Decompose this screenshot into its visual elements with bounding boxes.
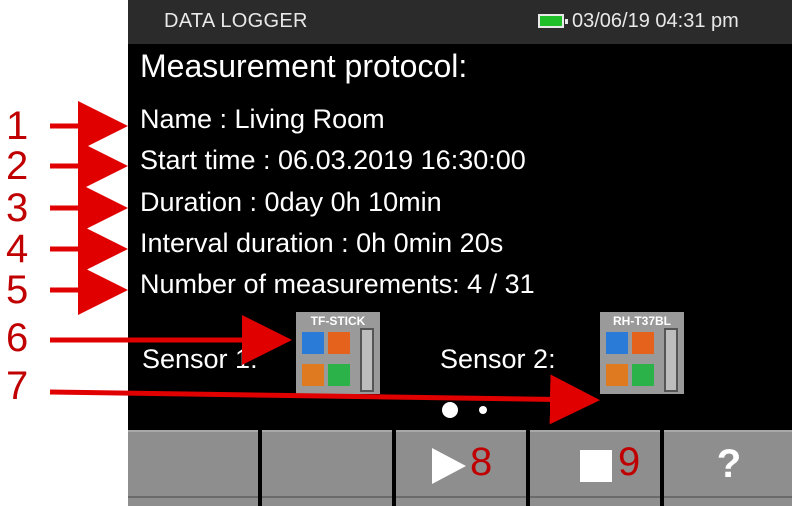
- protocol-panel: Measurement protocol: Name : Living Room…: [128, 0, 792, 430]
- sensor-2-model: RH-T37BL: [612, 314, 671, 328]
- protocol-start-time: Start time : 06.03.2019 16:30:00: [140, 145, 526, 175]
- sensor-1-label: Sensor 1:: [142, 344, 258, 374]
- humidity-drop-icon: [606, 332, 628, 354]
- humidity-drop-icon: [302, 332, 324, 354]
- function-key-1[interactable]: [128, 430, 258, 506]
- sensor-2-probe-icon[interactable]: RH-T37BL: [600, 312, 684, 394]
- function-key-2[interactable]: [262, 430, 392, 506]
- page-title: Measurement protocol:: [140, 48, 468, 84]
- logger-grid-icon: [606, 364, 628, 386]
- logger-grid-icon: [302, 364, 324, 386]
- play-icon: [432, 448, 466, 484]
- temperature-icon: [328, 332, 350, 354]
- pager-dot-active[interactable]: [442, 402, 458, 418]
- callout-number-6: 6: [6, 316, 29, 360]
- callout-number-7: 7: [6, 364, 29, 408]
- sensor-1-model: TF-STICK: [310, 314, 366, 328]
- logger-grid-icon: [632, 364, 654, 386]
- callout-number-1: 1: [6, 104, 29, 148]
- probe-icon: [360, 328, 374, 392]
- function-key-bar: 8 9 ?: [128, 430, 792, 506]
- callout-number-8: 8: [470, 440, 493, 484]
- callout-number-4: 4: [6, 227, 29, 271]
- pager-dot[interactable]: [479, 406, 487, 414]
- sensor-1-probe-icon[interactable]: TF-STICK: [296, 312, 380, 394]
- help-button[interactable]: ?: [664, 430, 792, 506]
- stop-icon: [580, 450, 612, 482]
- callout-number-5: 5: [6, 268, 29, 312]
- help-icon: ?: [716, 442, 742, 486]
- callout-number-2: 2: [6, 144, 29, 188]
- device-screen: DATA LOGGER 03/06/19 04:31 pm Measuremen…: [128, 0, 792, 506]
- protocol-measurement-count: Number of measurements: 4 / 31: [140, 269, 535, 299]
- callout-number-9: 9: [618, 440, 641, 484]
- stop-button[interactable]: 9: [530, 430, 660, 506]
- sensor-2-label: Sensor 2:: [440, 344, 556, 374]
- protocol-interval: Interval duration : 0h 0min 20s: [140, 228, 504, 258]
- temperature-icon: [632, 332, 654, 354]
- protocol-name: Name : Living Room: [140, 104, 385, 134]
- probe-icon: [664, 328, 678, 392]
- protocol-duration: Duration : 0day 0h 10min: [140, 187, 442, 217]
- logger-grid-icon: [328, 364, 350, 386]
- callout-number-3: 3: [6, 186, 29, 230]
- start-button[interactable]: 8: [396, 430, 526, 506]
